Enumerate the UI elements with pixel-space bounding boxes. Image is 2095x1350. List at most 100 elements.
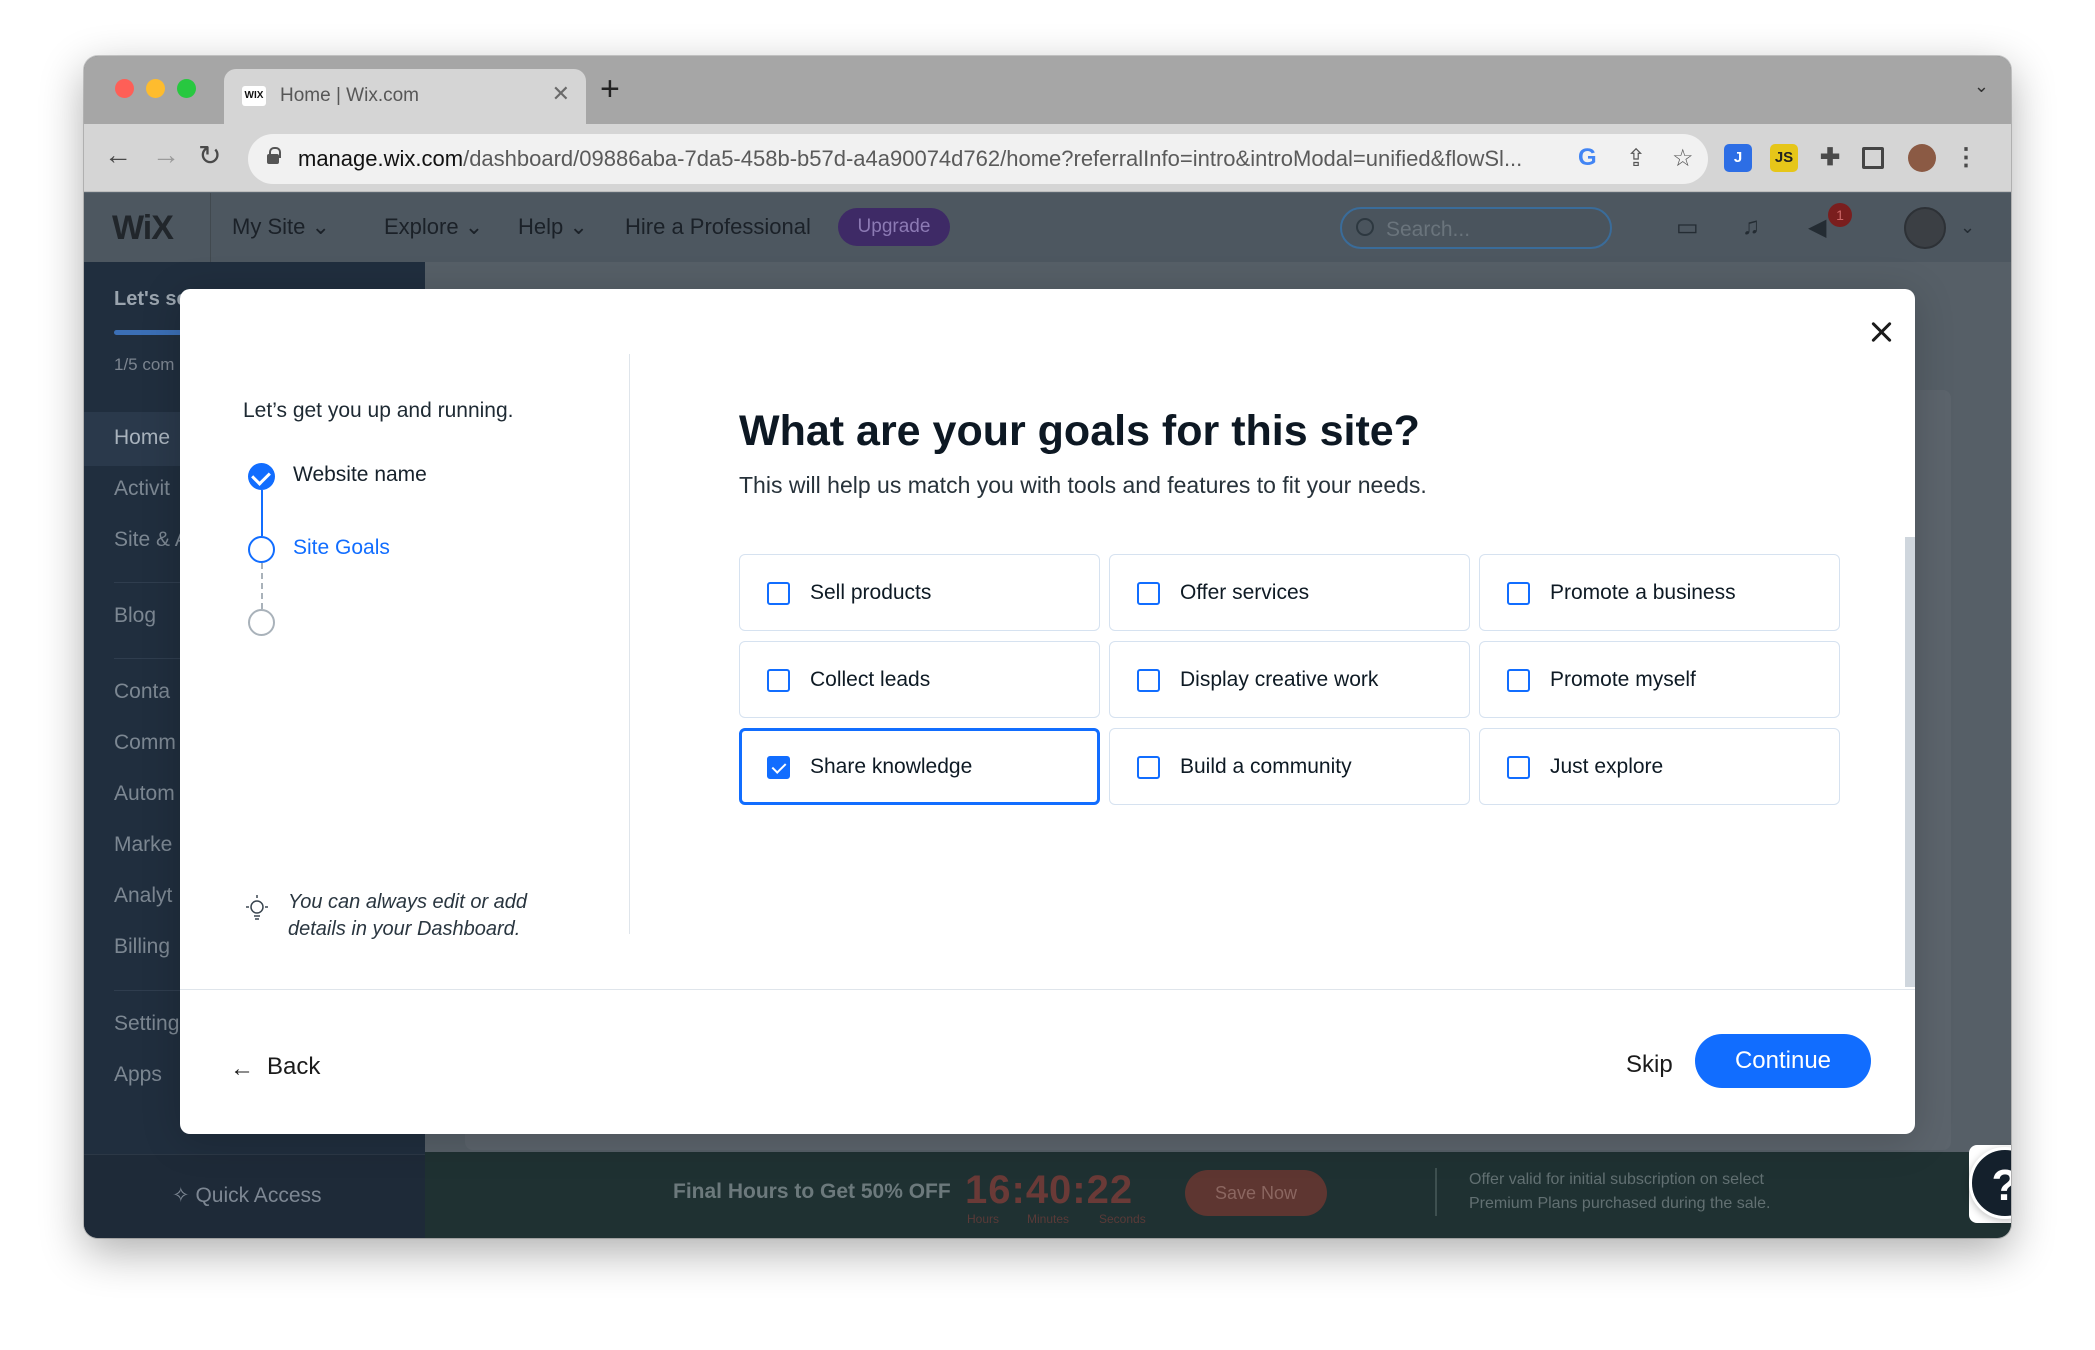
sidebar-item-apps[interactable]: Apps	[114, 1063, 162, 1087]
browser-menu-icon[interactable]: ⋮	[1952, 144, 1980, 172]
sidebar-item-blog[interactable]: Blog	[114, 604, 156, 628]
nav-help-label: Help	[518, 214, 564, 239]
sidebar-item-site-app[interactable]: Site & A	[114, 528, 189, 552]
bookmark-star-icon[interactable]: ☆	[1672, 144, 1694, 173]
promo-banner: Final Hours to Get 50% OFF 16:40:22 Hour…	[425, 1152, 2011, 1238]
nav-hire-professional[interactable]: Hire a Professional	[625, 214, 811, 240]
step-website-name[interactable]: Website name	[293, 463, 427, 487]
skip-button[interactable]: Skip	[1626, 1051, 1673, 1079]
goal-option-just-explore[interactable]: Just explore	[1479, 728, 1840, 805]
nav-help[interactable]: Help ⌄	[518, 214, 588, 240]
tab-search-chevron-icon[interactable]: ⌄	[1974, 76, 1989, 97]
close-icon[interactable]	[1864, 315, 1898, 349]
sidebar-item-home[interactable]: Home	[114, 426, 170, 450]
step-connector	[261, 490, 263, 536]
profile-avatar-icon[interactable]	[1908, 144, 1936, 172]
checkbox[interactable]	[1507, 582, 1530, 605]
sidebar-item-contacts[interactable]: Conta	[114, 680, 170, 704]
nav-explore-label: Explore	[384, 214, 459, 239]
step-upcoming-icon	[248, 609, 275, 636]
checkbox[interactable]	[1507, 669, 1530, 692]
sidebar-item-analytics[interactable]: Analyt	[114, 884, 172, 908]
checkbox[interactable]	[1137, 582, 1160, 605]
goal-option-collect-leads[interactable]: Collect leads	[739, 641, 1100, 718]
goal-option-display-creative-work[interactable]: Display creative work	[1109, 641, 1470, 718]
avatar[interactable]	[1904, 207, 1946, 249]
megaphone-icon[interactable]: ◀	[1808, 213, 1826, 242]
continue-button[interactable]: Continue	[1695, 1034, 1871, 1088]
goal-option-label: Offer services	[1180, 581, 1310, 604]
goal-option-share-knowledge[interactable]: Share knowledge	[739, 728, 1100, 805]
goal-option-label: Promote a business	[1550, 581, 1736, 604]
nav-explore[interactable]: Explore ⌄	[384, 214, 483, 240]
offer-text: Offer valid for initial subscription on …	[1469, 1168, 1771, 1216]
nav-my-site-label: My Site	[232, 214, 306, 239]
new-tab-icon[interactable]: +	[600, 70, 620, 109]
zoom-window-button[interactable]	[177, 79, 196, 98]
minimize-window-button[interactable]	[146, 79, 165, 98]
goal-option-promote-myself[interactable]: Promote myself	[1479, 641, 1840, 718]
goal-option-label: Share knowledge	[810, 755, 973, 778]
checkbox[interactable]	[1507, 756, 1530, 779]
extension-j-icon[interactable]: J	[1724, 144, 1752, 172]
side-panel-icon[interactable]	[1862, 147, 1884, 169]
sidebar-item-settings[interactable]: Setting	[114, 1012, 179, 1036]
share-icon[interactable]: ⇪	[1626, 144, 1646, 173]
chevron-down-icon: ⌄	[464, 214, 484, 239]
step-current-icon	[248, 536, 275, 563]
bell-icon[interactable]: ♫	[1742, 213, 1760, 241]
checkbox[interactable]	[1137, 669, 1160, 692]
sidebar-item-billing[interactable]: Billing	[114, 935, 170, 959]
forward-arrow-icon[interactable]: →	[152, 139, 180, 171]
tab-title: Home | Wix.com	[280, 85, 420, 106]
wix-search-input[interactable]: Search...	[1340, 207, 1612, 249]
tab-close-icon[interactable]: ✕	[552, 81, 570, 107]
nav-my-site[interactable]: My Site ⌄	[232, 214, 330, 240]
promo-divider	[1435, 1168, 1437, 1216]
close-window-button[interactable]	[115, 79, 134, 98]
checkbox-checked[interactable]	[767, 756, 790, 779]
offer-line: Offer valid for initial subscription on …	[1469, 1171, 1764, 1188]
checkbox[interactable]	[767, 669, 790, 692]
checkbox[interactable]	[1137, 756, 1160, 779]
browser-titlebar: WIX Home | Wix.com ✕ + ⌄	[84, 56, 2011, 124]
goal-option-sell-products[interactable]: Sell products	[739, 554, 1100, 631]
goal-option-label: Just explore	[1550, 755, 1664, 778]
quick-access-bar: ✧ Quick Access	[84, 1154, 425, 1238]
goal-option-offer-services[interactable]: Offer services	[1109, 554, 1470, 631]
goal-option-label: Collect leads	[810, 668, 931, 691]
goal-option-promote-business[interactable]: Promote a business	[1479, 554, 1840, 631]
extension-js-icon[interactable]: JS	[1770, 144, 1798, 172]
google-icon[interactable]: G	[1578, 144, 1597, 172]
modal-scrollbar[interactable]	[1905, 537, 1915, 987]
wix-favicon-icon: WIX	[242, 86, 266, 106]
promo-headline: Final Hours to Get 50% OFF	[673, 1180, 951, 1203]
save-now-button[interactable]: Save Now	[1185, 1170, 1327, 1216]
quick-access-label: Quick Access	[195, 1184, 322, 1207]
sidebar-item-marketing[interactable]: Marke	[114, 833, 172, 857]
help-button[interactable]: ?	[1969, 1147, 2011, 1219]
goal-option-label: Build a community	[1180, 755, 1352, 778]
chat-icon[interactable]: ▭	[1676, 213, 1699, 242]
checkbox[interactable]	[767, 582, 790, 605]
sidebar-item-activity[interactable]: Activit	[114, 477, 170, 501]
chevron-down-icon[interactable]: ⌄	[1960, 217, 1975, 238]
header-divider	[210, 193, 211, 262]
upgrade-button[interactable]: Upgrade	[838, 208, 950, 246]
search-placeholder: Search...	[1386, 218, 1471, 241]
sidebar-item-communication[interactable]: Comm	[114, 731, 176, 755]
quick-access-button[interactable]: ✧ Quick Access	[172, 1183, 322, 1208]
wix-top-bar: WiX My Site ⌄ Explore ⌄ Help ⌄ Hire a Pr…	[84, 193, 2011, 262]
setup-title: Let's se	[114, 288, 188, 310]
extensions-puzzle-icon[interactable]: ✚	[1816, 144, 1844, 172]
url-text: manage.wix.com/dashboard/09886aba-7da5-4…	[298, 146, 1522, 172]
address-bar[interactable]: manage.wix.com/dashboard/09886aba-7da5-4…	[248, 134, 1708, 184]
wix-logo[interactable]: WiX	[112, 209, 174, 248]
browser-tab[interactable]: WIX Home | Wix.com ✕	[224, 69, 586, 124]
reload-icon[interactable]: ↻	[198, 139, 221, 172]
footer-divider	[180, 989, 1915, 990]
goal-option-build-community[interactable]: Build a community	[1109, 728, 1470, 805]
step-site-goals[interactable]: Site Goals	[293, 536, 390, 560]
sidebar-item-automations[interactable]: Autom	[114, 782, 175, 806]
back-arrow-icon[interactable]: ←	[104, 139, 132, 171]
